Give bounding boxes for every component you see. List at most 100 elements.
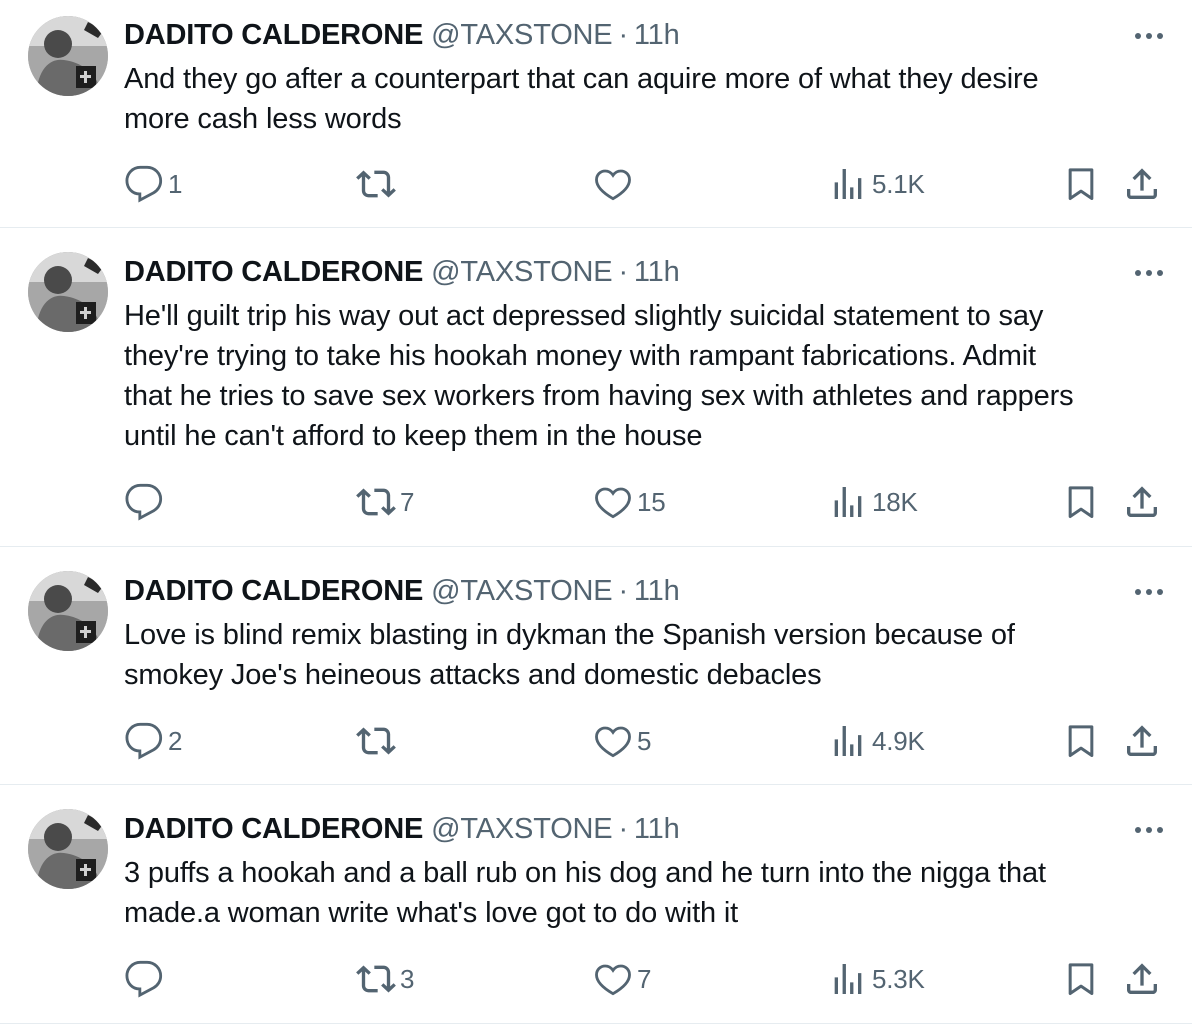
more-options-button[interactable] (1132, 820, 1166, 840)
retweet-icon (356, 965, 396, 993)
tweet-text-line: they're trying to take his hookah money … (124, 340, 1036, 372)
bookmark-button[interactable] (1064, 959, 1098, 999)
tweet-text-line: until he can't afford to keep them in th… (124, 420, 703, 452)
views-count: 5.1K (872, 168, 925, 199)
avatar[interactable] (28, 16, 108, 96)
retweet-button[interactable]: 3 (356, 959, 414, 999)
timestamp[interactable]: 11h (634, 809, 680, 849)
tweet-text-line: smokey Joe's heineous attacks and domest… (124, 659, 822, 691)
retweet-icon (356, 488, 396, 516)
share-button[interactable] (1122, 482, 1162, 522)
avatar[interactable] (28, 571, 108, 651)
like-button[interactable]: 15 (593, 482, 666, 522)
tweet-text: He'll guilt trip his way out act depress… (124, 296, 1164, 456)
avatar[interactable] (28, 252, 108, 332)
tweet[interactable]: DADITO CALDERONE @TAXSTONE · 11h He'll g… (0, 228, 1192, 547)
views-button[interactable]: 18K (828, 482, 918, 522)
share-button[interactable] (1122, 721, 1162, 761)
more-horizontal-icon (1135, 589, 1163, 595)
heart-icon (595, 169, 631, 201)
display-name[interactable]: DADITO CALDERONE (124, 571, 423, 611)
bookmark-button[interactable] (1064, 164, 1098, 204)
views-icon (834, 487, 862, 517)
avatar[interactable] (28, 809, 108, 889)
reply-icon (125, 722, 163, 760)
tweet[interactable]: DADITO CALDERONE @TAXSTONE · 11h And the… (0, 0, 1192, 228)
views-icon (834, 726, 862, 756)
reply-button[interactable] (124, 482, 168, 522)
reply-button[interactable] (124, 959, 168, 999)
views-count: 18K (872, 486, 918, 517)
share-icon (1127, 725, 1157, 756)
more-horizontal-icon (1135, 270, 1163, 276)
tweet-text-line: that he tries to save sex workers from h… (124, 380, 1074, 412)
reply-button[interactable]: 2 (124, 721, 182, 761)
retweet-icon (356, 727, 396, 755)
separator-dot: · (618, 575, 628, 607)
bookmark-icon (1068, 725, 1094, 757)
tweet[interactable]: DADITO CALDERONE @TAXSTONE · 11h Love is… (0, 547, 1192, 785)
share-icon (1127, 486, 1157, 517)
heart-icon (595, 726, 631, 758)
bookmark-button[interactable] (1064, 721, 1098, 761)
reply-count: 2 (168, 725, 183, 756)
tweet-text-line: And they go after a counterpart that can… (124, 63, 1039, 95)
like-button[interactable]: 5 (593, 721, 651, 761)
reply-icon (125, 483, 163, 521)
more-options-button[interactable] (1132, 263, 1166, 283)
more-horizontal-icon (1135, 33, 1163, 39)
retweet-count: 3 (400, 963, 415, 994)
tweet-text-line: more cash less words (124, 103, 402, 135)
tweet-actions: 1 5.1K (0, 164, 1192, 204)
heart-icon (595, 487, 631, 519)
user-handle[interactable]: @TAXSTONE (431, 571, 612, 611)
share-button[interactable] (1122, 164, 1162, 204)
reply-button[interactable]: 1 (124, 164, 182, 204)
tweet-header: DADITO CALDERONE @TAXSTONE · 11h (124, 809, 680, 849)
more-options-button[interactable] (1132, 582, 1166, 602)
views-button[interactable]: 4.9K (828, 721, 925, 761)
retweet-icon (356, 170, 396, 198)
retweet-button[interactable] (356, 164, 400, 204)
share-button[interactable] (1122, 959, 1162, 999)
more-options-button[interactable] (1132, 26, 1166, 46)
user-handle[interactable]: @TAXSTONE (431, 252, 612, 292)
heart-icon (595, 964, 631, 996)
timestamp[interactable]: 11h (634, 571, 680, 611)
separator-dot: · (618, 19, 628, 51)
reply-icon (125, 960, 163, 998)
retweet-button[interactable] (356, 721, 400, 761)
tweet-text: Love is blind remix blasting in dykman t… (124, 615, 1164, 695)
views-button[interactable]: 5.1K (828, 164, 925, 204)
more-horizontal-icon (1135, 827, 1163, 833)
tweet-text: And they go after a counterpart that can… (124, 59, 1164, 139)
separator-dot: · (618, 813, 628, 845)
like-count: 5 (637, 725, 652, 756)
bookmark-icon (1068, 486, 1094, 518)
tweet-text-line: He'll guilt trip his way out act depress… (124, 300, 1044, 332)
tweet-text-line: made.a woman write what's love got to do… (124, 897, 739, 929)
like-count: 7 (637, 963, 652, 994)
views-button[interactable]: 5.3K (828, 959, 925, 999)
tweet-text: 3 puffs a hookah and a ball rub on his d… (124, 853, 1164, 933)
retweet-button[interactable]: 7 (356, 482, 414, 522)
bookmark-button[interactable] (1064, 482, 1098, 522)
tweet-actions: 7 15 18K (0, 482, 1192, 522)
share-icon (1127, 963, 1157, 994)
user-handle[interactable]: @TAXSTONE (431, 15, 612, 55)
display-name[interactable]: DADITO CALDERONE (124, 15, 423, 55)
share-icon (1127, 168, 1157, 199)
tweet-text-line: 3 puffs a hookah and a ball rub on his d… (124, 857, 1046, 889)
timestamp[interactable]: 11h (634, 15, 680, 55)
bookmark-icon (1068, 963, 1094, 995)
like-button[interactable] (593, 164, 637, 204)
tweet[interactable]: DADITO CALDERONE @TAXSTONE · 11h 3 puffs… (0, 785, 1192, 1024)
display-name[interactable]: DADITO CALDERONE (124, 252, 423, 292)
display-name[interactable]: DADITO CALDERONE (124, 809, 423, 849)
tweet-text-line: Love is blind remix blasting in dykman t… (124, 619, 1015, 651)
like-button[interactable]: 7 (593, 959, 651, 999)
views-count: 5.3K (872, 963, 925, 994)
tweet-actions: 3 7 5.3K (0, 959, 1192, 999)
timestamp[interactable]: 11h (634, 252, 680, 292)
user-handle[interactable]: @TAXSTONE (431, 809, 612, 849)
